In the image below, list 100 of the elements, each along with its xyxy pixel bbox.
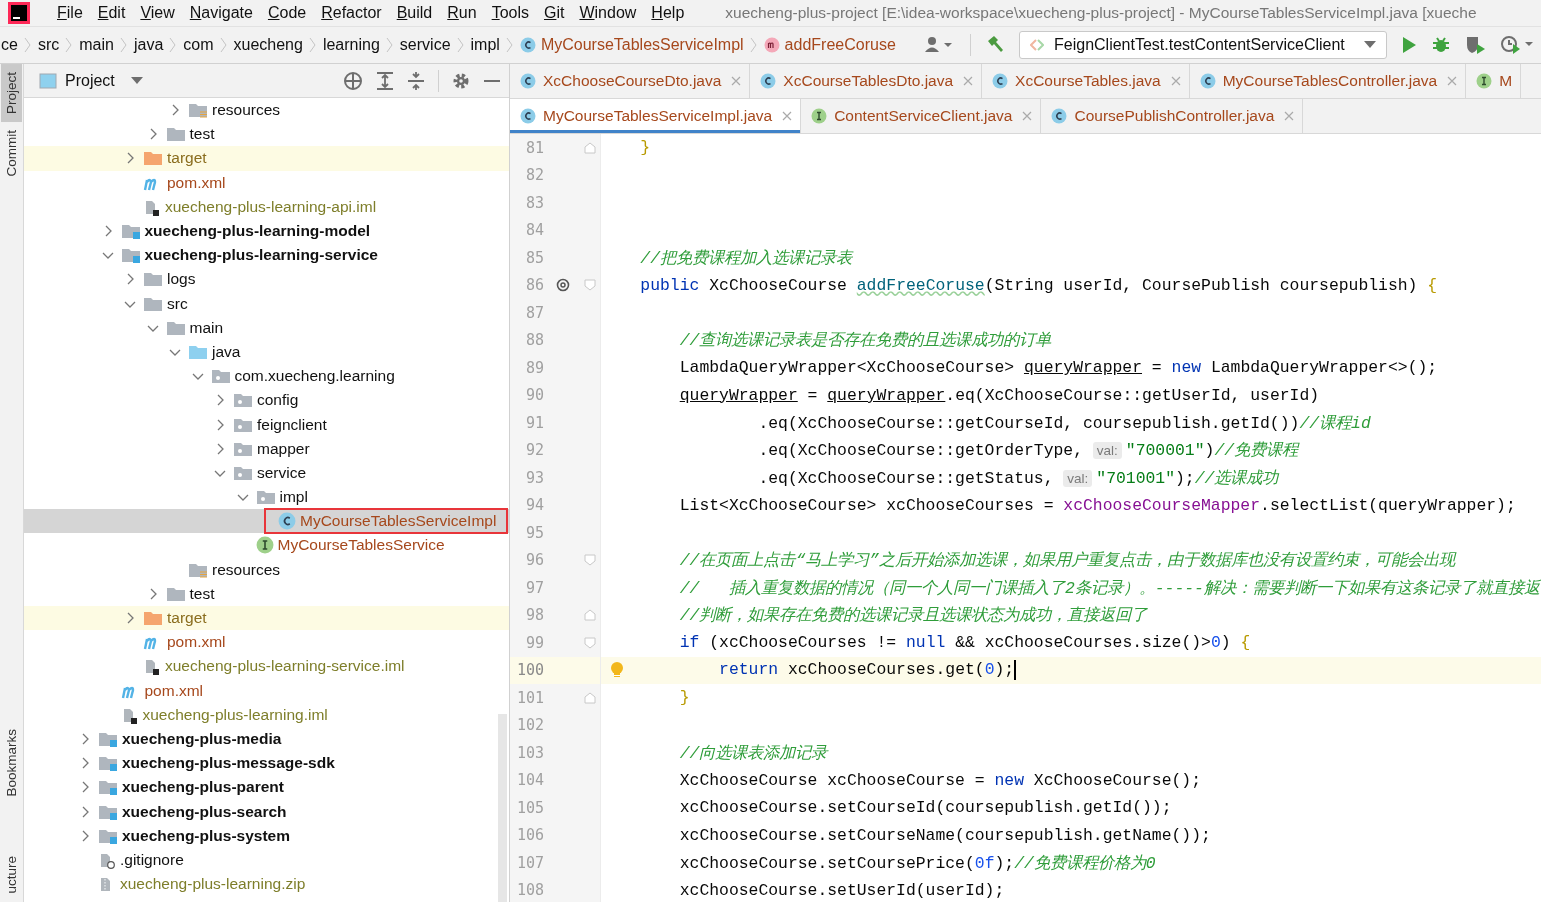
settings-icon[interactable] — [452, 71, 470, 90]
menu-item[interactable]: Tools — [489, 4, 542, 22]
tree-item[interactable]: xuecheng-plus-learning.zip — [24, 872, 509, 897]
editor-tab[interactable]: ContentServiceClient.java — [801, 99, 1042, 133]
tree-item[interactable]: MyCourseTablesService — [24, 533, 509, 558]
tree-item[interactable]: impl — [24, 485, 509, 510]
breadcrumb-item[interactable]: java — [128, 36, 169, 54]
tree-item[interactable]: pom.xml — [24, 170, 509, 195]
tree-item[interactable]: xuecheng-plus-learning-api.iml — [24, 194, 509, 219]
scrollbar[interactable] — [498, 714, 507, 902]
code-line: //在页面上点击“马上学习”之后开始添加选课，如果用户重复点击，由于数据库也没有设置约束，可能会出现 — [678, 550, 1456, 572]
tree-item[interactable]: xuecheng-plus-message-sdk — [24, 751, 509, 776]
brackets-icon — [1030, 38, 1044, 52]
run-icon[interactable] — [1401, 36, 1417, 54]
menu-item[interactable]: File — [55, 4, 96, 22]
tree-item[interactable]: pom.xml — [24, 678, 509, 703]
close-icon[interactable] — [782, 111, 793, 121]
tool-window-button[interactable]: ucture — [1, 848, 22, 902]
tree-item[interactable]: .gitignore — [24, 847, 509, 872]
tree-item[interactable]: MyCourseTablesServiceImpl — [24, 509, 509, 534]
line-number: 81 — [524, 138, 544, 157]
bug-icon[interactable] — [1431, 35, 1451, 55]
tree-item[interactable]: xuecheng-plus-learning-service.iml — [24, 654, 509, 679]
code-line: xcChooseCourse.setCoursePrice(0f);//免费课程价格为0 — [678, 852, 1156, 874]
fold-start-icon[interactable] — [584, 279, 596, 292]
menu-item[interactable]: Code — [265, 4, 320, 22]
menu-item[interactable]: Refactor — [319, 4, 395, 22]
tree-item[interactable]: xuecheng-plus-media — [24, 726, 509, 752]
editor-tab[interactable]: XcCourseTables.java — [982, 64, 1190, 98]
breadcrumb-item[interactable]: impl — [465, 36, 505, 54]
editor-tab[interactable]: M — [1466, 64, 1522, 98]
tool-window-button[interactable]: Bookmarks — [1, 720, 22, 805]
menu-item[interactable]: Run — [445, 4, 490, 22]
tree-item[interactable]: config — [24, 388, 509, 413]
expand-all-icon[interactable] — [376, 70, 394, 91]
menu-item[interactable]: Navigate — [187, 4, 266, 22]
tree-item[interactable]: xuecheng-plus-learning-model — [24, 218, 509, 244]
menu-item[interactable]: Window — [577, 4, 650, 22]
tree-item[interactable]: main — [24, 315, 509, 340]
clock-play-icon[interactable] — [1501, 35, 1535, 55]
breadcrumb-item[interactable]: main — [74, 36, 119, 54]
module-folder-icon — [98, 803, 118, 820]
code-line: //判断，如果存在免费的选课记录且选课状态为成功，直接返回了 — [678, 605, 1148, 627]
tree-item[interactable]: resources — [24, 557, 509, 582]
editor-tab[interactable]: CoursePublishController.java — [1041, 99, 1304, 133]
tree-item[interactable]: resources — [24, 98, 509, 123]
tree-item[interactable]: feignclient — [24, 412, 509, 437]
breadcrumb-item[interactable]: MyCourseTablesServiceImpl — [514, 36, 749, 54]
fold-start-icon[interactable] — [584, 554, 596, 567]
menu-item[interactable]: Edit — [95, 4, 139, 22]
tree-item[interactable]: logs — [24, 267, 509, 292]
hammer-icon[interactable] — [985, 35, 1005, 55]
breadcrumb-item[interactable]: learning — [317, 36, 385, 54]
tree-item[interactable]: com.xuecheng.learning — [24, 364, 509, 389]
code-line: LambdaQueryWrapper<XcChooseCourse> queryWrapper = new LambdaQueryWrapper<>(); — [678, 358, 1438, 378]
tree-item[interactable]: service — [24, 460, 509, 485]
tree-item[interactable]: xuecheng-plus-search — [24, 799, 509, 824]
menu-item[interactable]: Build — [394, 4, 446, 22]
target-icon[interactable] — [343, 70, 363, 91]
tree-item[interactable]: java — [24, 339, 509, 365]
module-folder-icon — [98, 730, 118, 747]
folder-icon — [165, 585, 186, 602]
code-line: //把免费课程加入选课记录表 — [639, 247, 853, 269]
collapse-all-icon[interactable] — [407, 70, 425, 91]
code-line: List<XcChooseCourse> xcChooseCourses = xcChooseCourseMapper.selectList(queryWrapper); — [678, 495, 1516, 515]
tree-item[interactable]: xuecheng-plus-system — [24, 823, 509, 848]
project-view-dropdown[interactable]: Project — [39, 71, 143, 90]
editor-tab[interactable]: XcChooseCourseDto.java — [510, 64, 751, 98]
run-configuration-dropdown[interactable]: FeignClientTest.testContentServiceClient — [1019, 31, 1387, 59]
line-number: 90 — [524, 386, 544, 405]
breadcrumb-item[interactable]: com — [178, 36, 219, 54]
breadcrumb-item[interactable]: service — [394, 36, 456, 54]
fold-start-icon[interactable] — [584, 636, 596, 649]
breadcrumb-item[interactable]: ce — [0, 36, 23, 54]
chevron-right-icon — [505, 36, 514, 54]
tool-window-button[interactable]: Project — [1, 64, 22, 123]
menu-item[interactable]: Help — [649, 4, 698, 22]
menu-item[interactable]: Git — [542, 4, 578, 22]
breadcrumb-item[interactable]: src — [32, 36, 65, 54]
tree-item[interactable]: xuecheng-plus-learning.iml — [24, 702, 509, 727]
tree-item[interactable]: target — [24, 146, 509, 171]
caret-icon — [1364, 41, 1376, 49]
shield-play-icon[interactable] — [1465, 35, 1487, 55]
menu-item[interactable]: View — [138, 4, 188, 22]
override-icon[interactable] — [555, 277, 571, 294]
tree-item[interactable]: xuecheng-plus-parent — [24, 775, 509, 800]
editor-tab[interactable]: XcCourseTablesDto.java — [750, 64, 983, 98]
tree-item[interactable]: test — [24, 122, 509, 147]
editor-tab[interactable]: MyCourseTablesServiceImpl.java — [510, 99, 802, 133]
tree-item[interactable]: pom.xml — [24, 630, 509, 655]
tree-item[interactable]: xuecheng-plus-learning-service — [24, 243, 509, 268]
tool-window-button[interactable]: Commit — [1, 122, 22, 185]
tree-item[interactable]: target — [24, 605, 509, 631]
breadcrumb-item[interactable]: addFreeCoruse — [758, 36, 901, 54]
tree-item[interactable]: test — [24, 581, 509, 606]
tree-item[interactable]: src — [24, 291, 509, 316]
editor-tab[interactable]: MyCourseTablesController.java — [1189, 64, 1467, 98]
breadcrumb-item[interactable]: xuecheng — [228, 36, 308, 54]
tree-item[interactable]: mapper — [24, 436, 509, 461]
module-folder-icon — [120, 247, 141, 264]
